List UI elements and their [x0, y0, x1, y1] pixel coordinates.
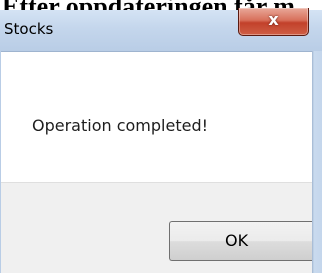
title-bar[interactable]: Stocks x	[0, 8, 322, 52]
window-frame-right	[312, 51, 322, 273]
dialog-button-bar: OK	[1, 182, 312, 273]
window-title: Stocks	[4, 20, 54, 38]
screenshot-root: Etter oppdateringen får m Stocks x Opera…	[0, 0, 322, 273]
message-box-window: Stocks x Operation completed! OK	[0, 8, 322, 273]
dialog-content: Operation completed!	[1, 52, 312, 182]
dialog-message: Operation completed!	[32, 116, 209, 135]
close-button[interactable]: x	[238, 8, 309, 36]
ok-button[interactable]: OK	[169, 221, 312, 261]
ok-button-label: OK	[225, 231, 249, 250]
close-icon: x	[268, 10, 279, 29]
